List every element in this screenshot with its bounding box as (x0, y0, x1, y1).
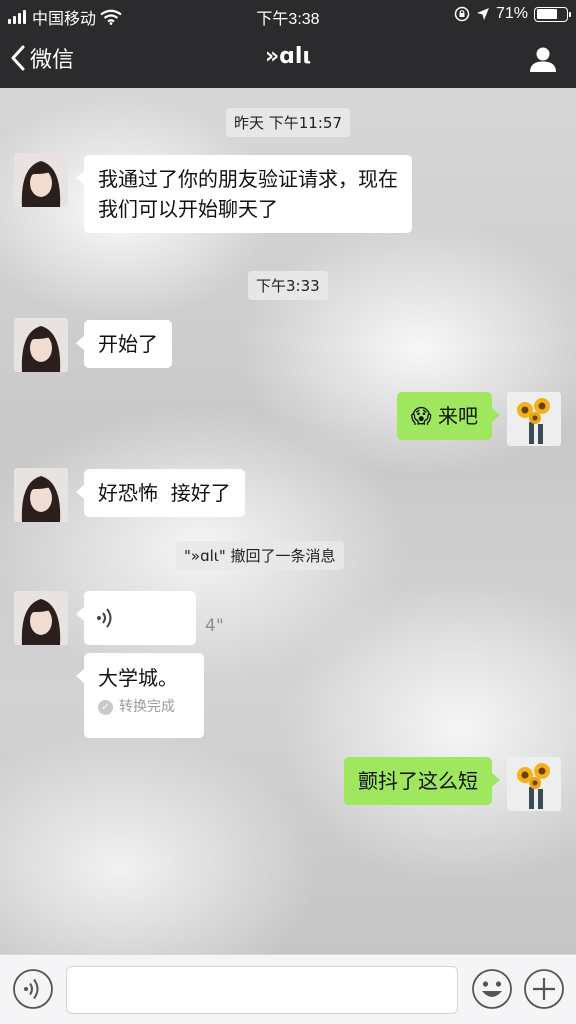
contact-avatar-image (14, 318, 68, 372)
message-input[interactable] (66, 966, 458, 1014)
input-bar (0, 954, 576, 1024)
voice-duration: 4" (205, 616, 224, 636)
message-bubble-incoming[interactable]: 好恐怖 接好了 (76, 469, 245, 517)
recall-notice: "»ɑlι" 撤回了一条消息 (176, 541, 344, 570)
nav-bar: 微信 »ɑlι (0, 30, 576, 88)
timestamp: 昨天 下午11:57 (226, 108, 350, 137)
convert-status-label: 转换完成 (119, 699, 175, 715)
voice-message-bubble[interactable] (76, 591, 196, 645)
location-icon (476, 8, 489, 20)
message-text: 来吧 (438, 404, 478, 428)
emoji-icon[interactable] (471, 968, 513, 1010)
convert-status: ✓ 转换完成 (98, 697, 190, 717)
my-avatar[interactable] (507, 757, 561, 811)
contact-avatar-image (14, 153, 68, 207)
message-text: 我通过了你的朋友验证请求，现在 (98, 167, 398, 191)
battery-percent: 71% (495, 5, 528, 22)
status-bar: 中国移动 下午3:38 71% (0, 0, 576, 30)
check-icon: ✓ (98, 699, 113, 715)
message-text: 好恐怖 接好了 (98, 481, 231, 505)
my-avatar[interactable] (507, 392, 561, 446)
message-bubble-outgoing[interactable]: 颤抖了这么短 (344, 757, 500, 805)
avatar[interactable] (14, 318, 68, 372)
sunflower-avatar-image (507, 392, 561, 446)
back-button[interactable]: 微信 (10, 42, 74, 74)
battery-icon (534, 6, 571, 22)
message-bubble-incoming[interactable]: 开始了 (76, 320, 172, 368)
chat-title: »ɑlι (264, 44, 312, 69)
plus-icon[interactable] (523, 968, 565, 1010)
timestamp: 下午3:33 (248, 271, 328, 300)
avatar[interactable] (14, 468, 68, 522)
sunflower-avatar-image (507, 757, 561, 811)
person-icon[interactable] (528, 44, 558, 74)
battery-level (536, 9, 558, 19)
chat-area[interactable]: 昨天 下午11:57 我通过了你的朋友验证请求，现在 我们可以开始聊天了 下午3… (0, 88, 576, 954)
message-text: 颤抖了这么短 (358, 769, 478, 793)
voice-wave-icon (97, 608, 112, 628)
message-text: 开始了 (98, 332, 158, 356)
voice-icon[interactable] (12, 968, 54, 1010)
avatar[interactable] (14, 153, 68, 207)
contact-avatar-image (14, 591, 68, 645)
contact-avatar-image (14, 468, 68, 522)
back-label: 微信 (30, 48, 75, 73)
rotation-lock-icon (454, 6, 470, 22)
transcript-text: 大学城。 (98, 666, 178, 690)
message-bubble-incoming[interactable]: 我通过了你的朋友验证请求，现在 我们可以开始聊天了 (76, 155, 412, 233)
voice-transcript-bubble[interactable]: 大学城。 ✓ 转换完成 (76, 653, 204, 738)
message-bubble-outgoing[interactable]: 😱 来吧 (396, 392, 501, 440)
status-right: 71% (454, 5, 571, 23)
scream-emoji-icon: 😱 (410, 404, 432, 428)
message-text: 我们可以开始聊天了 (98, 197, 278, 221)
avatar[interactable] (14, 591, 68, 645)
chevron-left-icon (11, 45, 25, 71)
